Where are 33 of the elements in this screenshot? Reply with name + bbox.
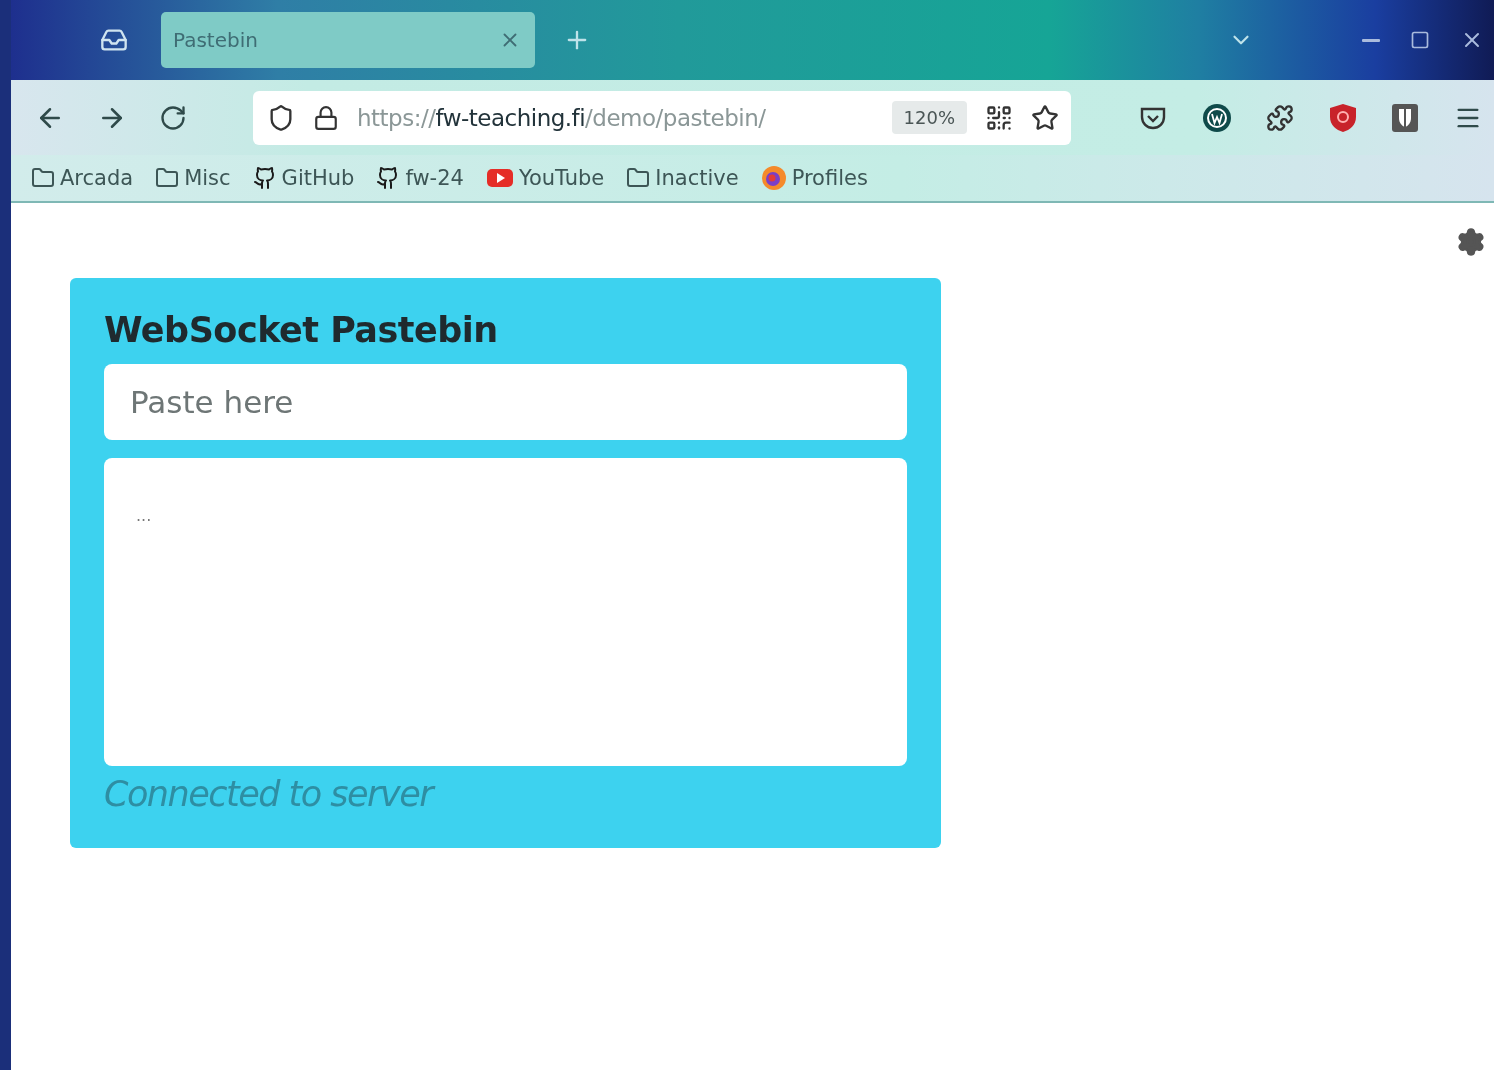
bookmark-star-icon[interactable] — [1031, 103, 1059, 132]
zoom-level-button[interactable]: 120% — [891, 101, 967, 134]
output-text-area[interactable]: ... — [104, 458, 907, 766]
page-title: WebSocket Pastebin — [104, 310, 499, 350]
paste-input-field[interactable]: Paste here — [104, 364, 907, 440]
lock-icon[interactable] — [313, 104, 339, 131]
address-bar[interactable]: https://fw-teaching.fi/demo/pastebin/ 120% — [253, 90, 1071, 145]
youtube-icon — [485, 167, 514, 189]
maximize-icon — [1410, 30, 1430, 50]
github-icon — [252, 166, 277, 190]
bookmark-link[interactable]: YouTube — [485, 166, 605, 190]
url-text[interactable]: https://fw-teaching.fi/demo/pastebin/ — [357, 104, 874, 131]
minimize-button[interactable] — [1362, 38, 1380, 42]
reload-button[interactable] — [159, 103, 187, 132]
extension-circle-icon[interactable] — [1201, 102, 1232, 133]
profile-icon — [760, 165, 787, 191]
connection-status: Connected to server — [104, 774, 436, 814]
password-manager-icon[interactable] — [1391, 102, 1420, 133]
folder-icon — [626, 166, 651, 190]
qr-code-icon[interactable] — [985, 103, 1013, 132]
extensions-icon[interactable] — [1266, 103, 1295, 132]
bookmark-link[interactable]: fw-24 — [376, 166, 464, 190]
bookmark-link[interactable]: Misc — [155, 166, 231, 190]
bookmark-link[interactable]: Arcada — [31, 166, 134, 190]
folder-icon — [155, 166, 180, 190]
settings-button[interactable] — [1456, 227, 1486, 257]
folder-icon — [31, 166, 55, 190]
minimize-icon — [1362, 38, 1380, 42]
bookmark-link[interactable]: Profiles — [760, 165, 868, 191]
shield-extension-icon[interactable] — [1328, 102, 1357, 133]
bookmark-link[interactable]: GitHub — [252, 166, 355, 190]
maximize-button[interactable] — [1410, 30, 1430, 50]
bookmark-link[interactable]: Inactive — [626, 166, 739, 190]
